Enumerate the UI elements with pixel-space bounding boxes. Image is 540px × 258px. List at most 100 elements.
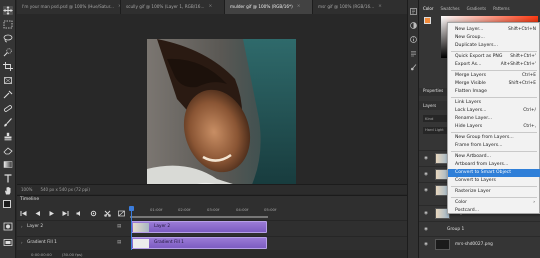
menu-shortcut: Ctrl+E: [522, 73, 536, 78]
visibility-eye-icon[interactable]: ◉: [424, 156, 428, 161]
layer-row[interactable]: ◉ mrs-shd0027.png: [419, 236, 540, 252]
timeline-track[interactable]: › Layer 2 ▤ Layer 2: [17, 220, 407, 233]
paragraph-icon[interactable]: [410, 50, 417, 57]
menu-item[interactable]: Quick Export as PNG Shift+Ctrl+': [448, 53, 540, 61]
layer-context-menu: New Layer... Shift+Ctrl+N New Group... Dupl…: [447, 22, 540, 214]
menu-item[interactable]: Artboard from Layers...: [448, 161, 540, 169]
ruler-tick: 01:00f: [150, 207, 163, 212]
tab-document-3[interactable]: mulder gif @ 100% (RGB/16*) ×: [225, 0, 313, 14]
foreground-color-swatch[interactable]: [3, 200, 11, 208]
adjustments-icon[interactable]: [410, 22, 417, 29]
menu-item[interactable]: Rename Layer...: [448, 115, 540, 123]
visibility-eye-icon[interactable]: ◉: [424, 211, 428, 216]
menu-item[interactable]: Flatten Image: [448, 88, 540, 96]
menu-item[interactable]: Postcard...: [448, 207, 540, 215]
menu-item[interactable]: Link Layers: [448, 99, 540, 107]
brush-tool-icon[interactable]: [3, 118, 13, 127]
clone-stamp-tool-icon[interactable]: [3, 132, 13, 141]
ruler-tick: 05:00f: [264, 207, 277, 212]
eraser-tool-icon[interactable]: [3, 146, 13, 155]
film-strip-icon[interactable]: ▤: [117, 240, 121, 245]
gradient-tool-icon[interactable]: [3, 160, 13, 169]
tab-document-1[interactable]: I'm your man psd.psd @ 100% (Hue/Satur..…: [17, 0, 121, 14]
menu-item[interactable]: New Layer... Shift+Ctrl+N: [448, 26, 540, 34]
close-icon[interactable]: ×: [378, 0, 382, 14]
screen-mode-icon[interactable]: [3, 238, 13, 247]
close-icon[interactable]: ×: [208, 0, 212, 14]
canvas-area[interactable]: [17, 15, 407, 191]
play-icon[interactable]: [47, 209, 55, 217]
lasso-tool-icon[interactable]: [3, 34, 13, 43]
frame-tool-icon[interactable]: [3, 76, 13, 85]
expand-arrow-icon[interactable]: ›: [21, 224, 23, 229]
expand-arrow-icon[interactable]: ›: [21, 240, 23, 245]
move-tool-icon[interactable]: [3, 6, 13, 15]
visibility-eye-icon[interactable]: ◉: [424, 188, 428, 193]
menu-shortcut: Alt+Shift+Ctrl+': [500, 62, 536, 67]
menu-item-label: Color: [455, 200, 467, 205]
brush-settings-icon[interactable]: [410, 64, 417, 71]
menu-item[interactable]: New Artboard...: [448, 153, 540, 161]
menu-item[interactable]: New Group...: [448, 34, 540, 42]
settings-gear-icon[interactable]: [89, 209, 97, 217]
tab-color[interactable]: Color: [423, 6, 433, 15]
zoom-level[interactable]: 100%: [21, 185, 32, 194]
visibility-eye-icon[interactable]: ◉: [424, 242, 428, 247]
clip-gradient-fill-1[interactable]: Gradient Fill 1: [131, 237, 267, 249]
eyedropper-tool-icon[interactable]: [3, 90, 13, 99]
ruler-tick: 02:00f: [178, 207, 191, 212]
menu-item[interactable]: Merge Layers Ctrl+E: [448, 72, 540, 80]
history-icon[interactable]: [410, 8, 417, 15]
menu-item[interactable]: Export As... Alt+Shift+Ctrl+': [448, 61, 540, 69]
document-canvas[interactable]: [147, 39, 296, 191]
close-icon[interactable]: ×: [297, 0, 301, 14]
menu-item[interactable]: Hide Layers Ctrl+,: [448, 123, 540, 131]
menu-item[interactable]: Rasterize Layer: [448, 188, 540, 196]
quick-select-tool-icon[interactable]: [3, 48, 13, 57]
menu-item[interactable]: New Group from Layers...: [448, 134, 540, 142]
marquee-tool-icon[interactable]: [3, 20, 13, 29]
menu-item[interactable]: Convert to Smart Object: [448, 169, 540, 177]
menu-item[interactable]: Frame from Layers...: [448, 142, 540, 150]
ruler-tick: 04:00f: [236, 207, 249, 212]
visibility-eye-icon[interactable]: ◉: [424, 172, 428, 177]
crop-tool-icon[interactable]: [3, 62, 13, 71]
tab-swatches[interactable]: Swatches: [440, 6, 459, 15]
track-name: Gradient Fill 1: [27, 240, 57, 245]
work-area-bar[interactable]: [130, 216, 268, 218]
panel-icon-strip: [407, 0, 418, 258]
audio-icon[interactable]: [75, 209, 83, 217]
tab-patterns[interactable]: Patterns: [493, 6, 509, 15]
hand-tool-icon[interactable]: [3, 186, 13, 195]
healing-brush-tool-icon[interactable]: [3, 104, 13, 113]
menu-item[interactable]: Lock Layers... Ctrl+/: [448, 107, 540, 115]
menu-item[interactable]: Merge Visible Shift+Ctrl+E: [448, 80, 540, 88]
previous-frame-icon[interactable]: [33, 209, 41, 217]
first-frame-icon[interactable]: [19, 209, 27, 217]
transition-icon[interactable]: [117, 209, 125, 217]
split-clip-icon[interactable]: [103, 209, 111, 217]
info-icon[interactable]: [410, 36, 417, 43]
timeline-track[interactable]: › Gradient Fill 1 ▤ Gradient Fill 1: [17, 236, 407, 249]
clip-layer-2[interactable]: Layer 2: [131, 221, 267, 233]
menu-separator: [451, 132, 537, 133]
foreground-color-chip[interactable]: [424, 17, 431, 24]
layer-group-row[interactable]: ◉ Group 1: [419, 221, 540, 237]
tab-gradients[interactable]: Gradients: [467, 6, 487, 15]
visibility-eye-icon[interactable]: ◉: [424, 227, 428, 232]
menu-item[interactable]: Color ›: [448, 199, 540, 207]
blend-mode-select[interactable]: Hard Light: [423, 127, 447, 134]
timeline-title: Timeline: [20, 197, 40, 202]
time-ruler[interactable]: 01:00f 02:00f 03:00f 04:00f 05:00f: [130, 206, 276, 215]
menu-item-label: Merge Layers: [455, 73, 487, 78]
next-frame-icon[interactable]: [61, 209, 69, 217]
menu-item-label: Flatten Image: [455, 89, 487, 94]
tab-document-4[interactable]: msr gif @ 100% (RGB/16... ×: [313, 0, 415, 14]
menu-item[interactable]: Convert to Layers: [448, 177, 540, 185]
tab-document-2[interactable]: scully gif @ 100% (Layer 1, RGB/16... ×: [121, 0, 225, 14]
type-tool-icon[interactable]: [3, 174, 13, 183]
menu-item[interactable]: Duplicate Layers...: [448, 42, 540, 50]
color-panel-tabs: Color Swatches Gradients Patterns: [419, 6, 540, 15]
film-strip-icon[interactable]: ▤: [117, 224, 121, 229]
quick-mask-icon[interactable]: [3, 222, 13, 231]
